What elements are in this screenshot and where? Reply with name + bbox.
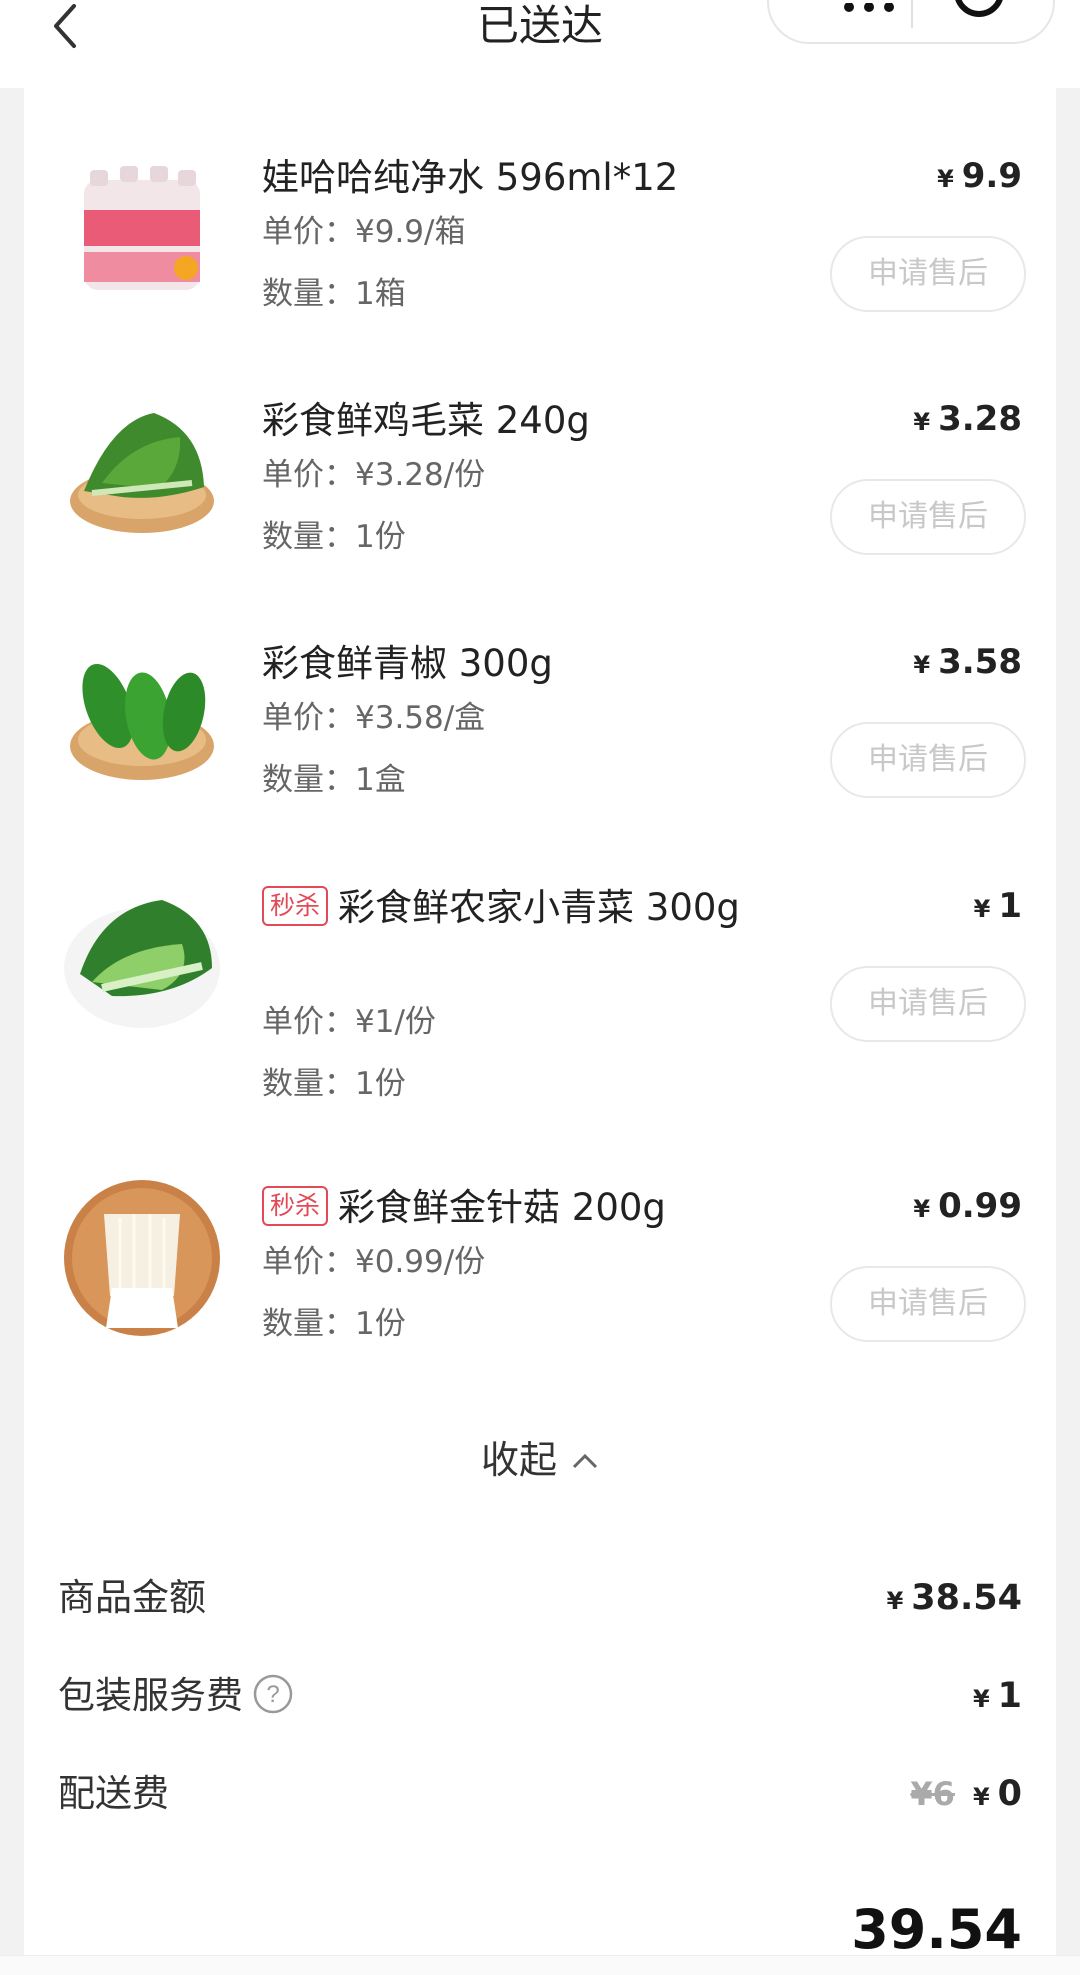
item-price-value: 0.99 xyxy=(938,1186,1022,1226)
collapse-toggle[interactable]: 收起 xyxy=(24,1428,1056,1490)
mini-program-capsule xyxy=(767,0,1055,44)
packing-fee-number: 1 xyxy=(997,1676,1022,1716)
yen-symbol: ¥ xyxy=(972,1685,990,1713)
after-sale-button[interactable]: 申请售后 xyxy=(830,966,1026,1042)
item-name: 彩食鲜青椒 300g xyxy=(262,642,553,685)
after-sale-button[interactable]: 申请售后 xyxy=(830,236,1026,312)
item-price-value: 3.28 xyxy=(938,399,1022,439)
item-price: ¥3.58 xyxy=(913,640,1022,687)
bottom-bar-edge xyxy=(0,1955,1080,1975)
yen-symbol: ¥ xyxy=(913,651,931,679)
green-peppers-image[interactable] xyxy=(62,634,222,794)
item-price-value: 3.58 xyxy=(938,642,1022,682)
item-price-value: 1 xyxy=(998,886,1022,926)
order-item: 彩食鲜青椒 300g 单价：¥3.58/盒 数量：1盒 ¥3.58 申请售后 xyxy=(24,634,1056,814)
total-amount-partial: 39.54 xyxy=(851,1898,1022,1961)
item-name: 娃哈哈纯净水 596ml*12 xyxy=(262,156,679,199)
svg-text:?: ? xyxy=(266,1681,279,1708)
order-item: 秒杀 彩食鲜农家小青菜 300g 单价：¥1/份 数量：1份 ¥1 申请售后 xyxy=(24,878,1056,1118)
item-quantity: 数量：1份 xyxy=(262,1306,406,1342)
leafy-greens-image[interactable] xyxy=(62,391,222,551)
yen-symbol: ¥ xyxy=(937,165,954,193)
packing-fee-value: ¥1 xyxy=(973,1666,1022,1729)
item-price: ¥9.9 xyxy=(937,154,1022,201)
question-mark-icon[interactable]: ? xyxy=(253,1672,293,1714)
item-name: 秒杀 彩食鲜农家小青菜 300g xyxy=(262,878,762,938)
delivery-fee-row: 配送费 ¥6 ¥0 xyxy=(24,1764,1056,1824)
goods-amount-value: ¥38.54 xyxy=(887,1568,1022,1631)
water-bottles-image[interactable] xyxy=(62,148,222,308)
yen-symbol: ¥ xyxy=(972,1783,990,1811)
packing-fee-text: 包装服务费 xyxy=(58,1674,243,1717)
item-name: 秒杀 彩食鲜金针菇 200g xyxy=(262,1178,762,1238)
item-price: ¥0.99 xyxy=(913,1184,1022,1231)
delivery-fee-label: 配送费 xyxy=(58,1772,169,1815)
flash-sale-tag: 秒杀 xyxy=(262,1186,329,1226)
bok-choy-image[interactable] xyxy=(62,878,222,1038)
item-price-value: 9.9 xyxy=(961,156,1022,196)
chevron-up-icon xyxy=(571,1428,599,1469)
item-unit-price: 单价：¥3.58/盒 xyxy=(262,700,486,736)
flash-sale-tag: 秒杀 xyxy=(262,886,329,926)
goods-amount-row: 商品金额 ¥38.54 xyxy=(24,1568,1056,1628)
order-item: 秒杀 彩食鲜金针菇 200g 单价：¥0.99/份 数量：1份 ¥0.99 申请售… xyxy=(24,1178,1056,1358)
item-price: ¥1 xyxy=(974,884,1022,931)
after-sale-button[interactable]: 申请售后 xyxy=(830,1266,1026,1342)
yen-symbol: ¥ xyxy=(973,895,991,923)
order-item: 彩食鲜鸡毛菜 240g 单价：¥3.28/份 数量：1份 ¥3.28 申请售后 xyxy=(24,391,1056,571)
delivery-original-price: ¥6 xyxy=(910,1775,955,1813)
enoki-mushroom-image[interactable] xyxy=(62,1178,222,1338)
delivery-fee-number: 0 xyxy=(997,1774,1022,1814)
close-target-icon[interactable] xyxy=(951,0,1007,28)
yen-symbol: ¥ xyxy=(913,408,931,436)
after-sale-button[interactable]: 申请售后 xyxy=(830,722,1026,798)
order-detail-card: 娃哈哈纯净水 596ml*12 单价：¥9.9/箱 数量：1箱 ¥9.9 申请售… xyxy=(24,88,1056,1975)
item-name-text: 彩食鲜金针菇 200g xyxy=(338,1186,666,1229)
item-unit-price: 单价：¥1/份 xyxy=(262,1004,436,1040)
more-icon[interactable] xyxy=(839,0,899,12)
delivery-fee-value: ¥6 ¥0 xyxy=(910,1764,1022,1827)
item-unit-price: 单价：¥3.28/份 xyxy=(262,457,486,493)
order-item: 娃哈哈纯净水 596ml*12 单价：¥9.9/箱 数量：1箱 ¥9.9 申请售… xyxy=(24,148,1056,328)
item-name-text: 彩食鲜农家小青菜 300g xyxy=(338,886,740,929)
item-quantity: 数量：1盒 xyxy=(262,762,406,798)
top-nav-bar: 已送达 xyxy=(0,0,1080,88)
after-sale-button[interactable]: 申请售后 xyxy=(830,479,1026,555)
item-name: 彩食鲜鸡毛菜 240g xyxy=(262,399,590,442)
goods-amount-number: 38.54 xyxy=(911,1578,1022,1618)
item-quantity: 数量：1份 xyxy=(262,1066,406,1102)
item-quantity: 数量：1箱 xyxy=(262,276,406,312)
yen-symbol: ¥ xyxy=(886,1587,904,1615)
capsule-divider xyxy=(911,0,913,28)
item-unit-price: 单价：¥9.9/箱 xyxy=(262,214,466,250)
item-unit-price: 单价：¥0.99/份 xyxy=(262,1244,486,1280)
item-price: ¥3.28 xyxy=(913,397,1022,444)
item-quantity: 数量：1份 xyxy=(262,519,406,555)
packing-fee-label: 包装服务费? xyxy=(58,1666,293,1726)
goods-amount-label: 商品金额 xyxy=(58,1576,206,1619)
collapse-label: 收起 xyxy=(480,1438,557,1482)
packing-fee-row: 包装服务费? ¥1 xyxy=(24,1666,1056,1726)
yen-symbol: ¥ xyxy=(913,1195,931,1223)
